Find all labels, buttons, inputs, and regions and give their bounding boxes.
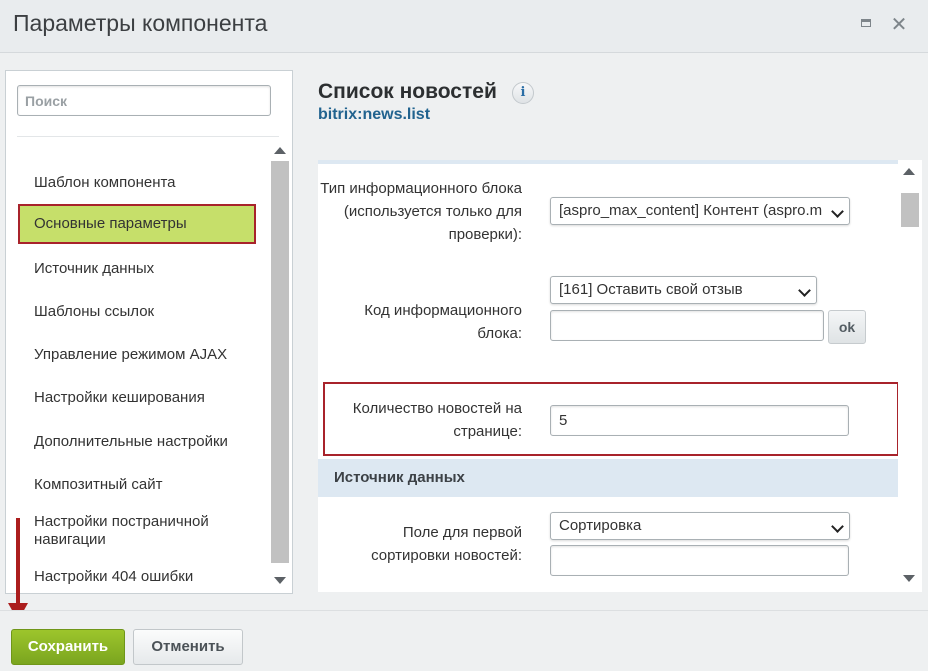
news-count-input[interactable]: 5 [550,405,849,436]
news-count-label: Количество новостей на странице: [352,400,522,440]
section-header: Источник данных [318,459,898,497]
scroll-up-icon[interactable] [903,168,915,175]
cancel-button[interactable]: Отменить [133,629,243,665]
iblock-code-label: Код информационного блока: [364,302,522,342]
sort-field-value: Сортировка [559,517,642,534]
window-titlebar: Параметры компонента ✕ [0,0,928,53]
scrollbar-thumb[interactable] [901,193,919,227]
window-title: Параметры компонента [13,10,268,36]
sidebar-item-composite[interactable]: Композитный сайт [18,476,256,494]
sidebar: Шаблон компонента Основные параметры Ист… [5,70,293,594]
params-scrollbar[interactable] [898,160,922,592]
info-icon[interactable]: i [512,82,534,104]
section-title: Источник данных [334,469,465,486]
annotation-arrow [16,518,20,608]
sidebar-item-template[interactable]: Шаблон компонента [18,174,256,192]
maximize-icon[interactable] [857,16,875,34]
sidebar-divider [17,136,279,137]
ok-button[interactable]: ok [828,310,866,344]
iblock-code-value: [161] Оставить свой отзыв [559,281,743,298]
close-icon[interactable]: ✕ [890,15,908,35]
component-title: Список новостей [318,80,497,103]
sidebar-item-404[interactable]: Настройки 404 ошибки [18,568,256,586]
iblock-code-input[interactable] [550,310,824,341]
scroll-up-icon[interactable] [274,147,286,154]
sidebar-item-data-source[interactable]: Источник данных [18,260,256,278]
panel-top-border [318,160,898,164]
iblock-type-select[interactable]: [aspro_max_content] Контент (aspro.m [550,197,850,225]
scroll-down-icon[interactable] [274,577,286,584]
iblock-type-value: [aspro_max_content] Контент (aspro.m [559,202,823,219]
iblock-code-select[interactable]: [161] Оставить свой отзыв [550,276,817,304]
scroll-down-icon[interactable] [903,575,915,582]
sort-field-input[interactable] [550,545,849,576]
sort-field-select[interactable]: Сортировка [550,512,850,540]
sidebar-item-cache[interactable]: Настройки кеширования [18,389,256,407]
sidebar-item-pagination[interactable]: Настройки постраничной навигации [18,513,238,549]
iblock-type-label: Тип информационного блока (используется … [320,180,522,243]
component-code: bitrix:news.list [318,106,431,123]
sort-field-label: Поле для первой сортировки новостей: [371,524,522,564]
sidebar-item-main-params[interactable]: Основные параметры [18,204,256,244]
sidebar-item-ajax[interactable]: Управление режимом AJAX [18,346,256,364]
scrollbar-thumb[interactable] [271,161,289,563]
save-button[interactable]: Сохранить [11,629,125,665]
sidebar-item-link-templates[interactable]: Шаблоны ссылок [18,303,256,321]
search-input[interactable] [17,85,271,116]
sidebar-scrollbar[interactable] [271,139,289,591]
sidebar-item-extra[interactable]: Дополнительные настройки [18,433,256,451]
